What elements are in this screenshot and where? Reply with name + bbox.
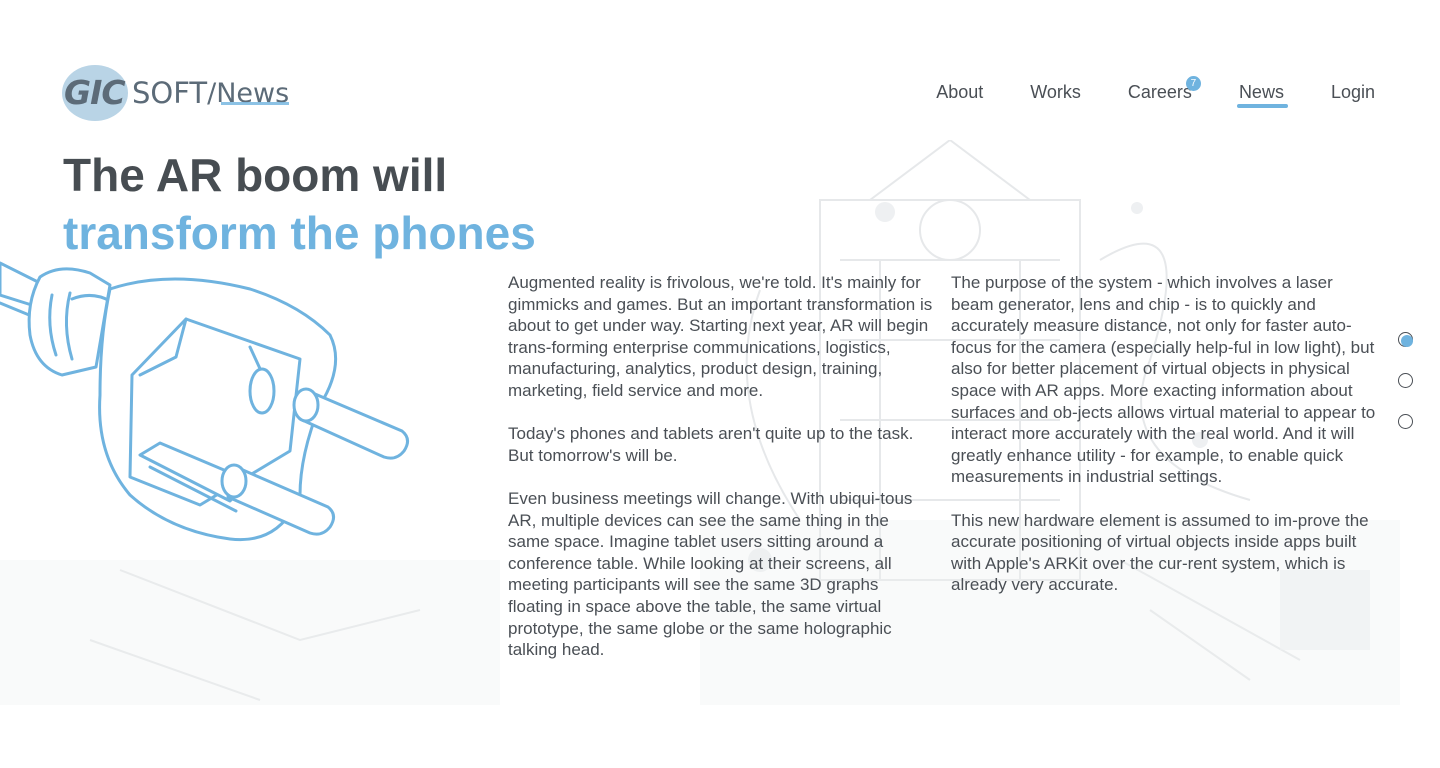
nav-careers-label: Careers [1127, 82, 1192, 102]
nav-news[interactable]: News [1236, 82, 1288, 108]
article-title-line1: The AR boom will [63, 149, 448, 201]
article-column-right: The purpose of the system - which involv… [951, 272, 1376, 618]
logo-gic-text: GIC [64, 73, 126, 112]
logo-soft-text: SOFT [132, 76, 208, 110]
nav-login[interactable]: Login [1331, 82, 1375, 103]
nav-careers[interactable]: Careers 7 [1127, 76, 1201, 103]
nav-about[interactable]: About [936, 82, 983, 103]
article-title: The AR boom will transform the phones [63, 146, 536, 262]
article-paragraph: Even business meetings will change. With… [508, 488, 913, 660]
article-paragraph: This new hardware element is assumed to … [951, 510, 1369, 595]
main-nav: About Works Careers 7 News Login [889, 76, 1375, 108]
logo-section-text: /News [207, 77, 290, 109]
article-column-left: Augmented reality is frivolous, we're to… [508, 272, 933, 682]
pager-dot-3[interactable] [1398, 414, 1413, 429]
article-paragraph: The purpose of the system - which involv… [951, 273, 1376, 487]
article-title-line2: transform the phones [63, 207, 536, 259]
pager-dot-2[interactable] [1398, 373, 1413, 388]
section-pager [1398, 332, 1413, 455]
careers-count-badge: 7 [1185, 76, 1201, 91]
electric-plug-icon [0, 261, 409, 542]
pager-dot-1[interactable] [1398, 332, 1413, 347]
nav-works[interactable]: Works [1030, 82, 1081, 103]
site-logo[interactable]: GIC SOFT /News [62, 63, 290, 123]
news-page: GIC SOFT /News About Works Careers 7 New… [0, 0, 1440, 768]
logo-badge: GIC [62, 63, 130, 123]
article-paragraph: Today's phones and tablets aren't quite … [508, 424, 914, 465]
article-paragraph: Augmented reality is frivolous, we're to… [508, 273, 933, 400]
